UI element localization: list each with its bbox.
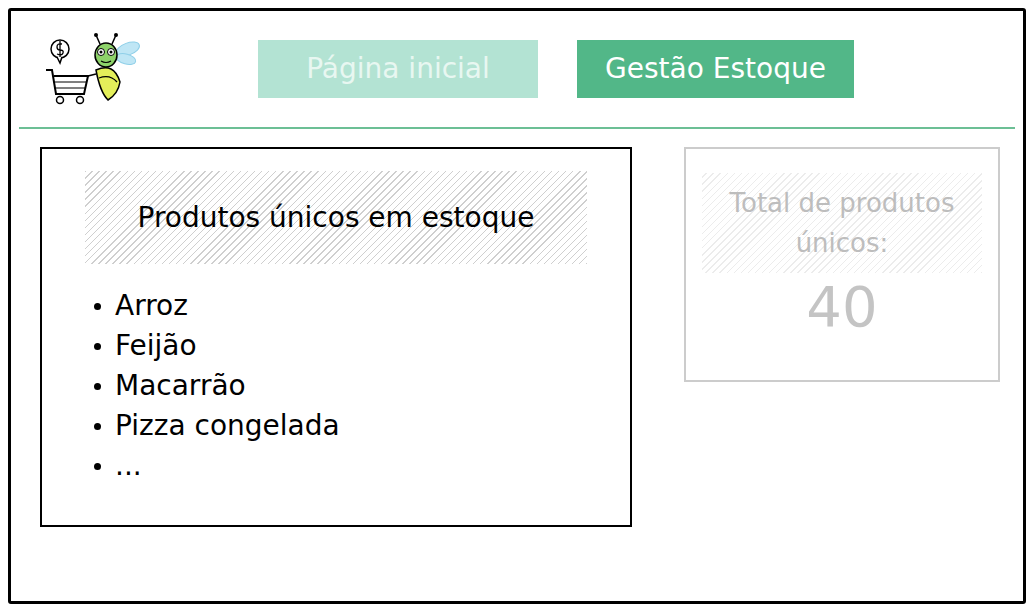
stock-item: Feijão <box>94 326 630 366</box>
stock-item: Arroz <box>94 286 630 326</box>
total-card-heading: Total de produtos únicos: <box>702 173 982 273</box>
total-title: Total de produtos únicos: <box>702 183 982 263</box>
total-card: Total de produtos únicos: 40 <box>684 147 1000 382</box>
stock-list-title: Produtos únicos em estoque <box>138 197 535 239</box>
nav-tab[interactable]: Página inicial <box>258 40 538 98</box>
stock-item-label: Arroz <box>115 285 188 327</box>
stock-item: ... <box>94 446 630 486</box>
total-value: 40 <box>806 275 877 339</box>
stock-list-heading: Produtos únicos em estoque <box>85 171 587 264</box>
stock-item-label: Pizza congelada <box>115 405 340 447</box>
logo-icon[interactable] <box>44 32 144 107</box>
bullet-icon <box>94 303 101 310</box>
header: Página inicial Gestão Estoque <box>11 11 1023 127</box>
stock-item: Macarrão <box>94 366 630 406</box>
app-frame: Página inicial Gestão Estoque Produtos ún… <box>8 8 1026 604</box>
bullet-icon <box>94 463 101 470</box>
bullet-icon <box>94 343 101 350</box>
stock-list: ArrozFeijãoMacarrãoPizza congelada... <box>42 264 630 486</box>
bullet-icon <box>94 423 101 430</box>
bullet-icon <box>94 383 101 390</box>
nav-tab[interactable]: Gestão Estoque <box>577 40 854 98</box>
tab-bar: Página inicial Gestão Estoque <box>258 40 854 98</box>
stock-item-label: Feijão <box>115 325 197 367</box>
stock-item-label: Macarrão <box>115 365 246 407</box>
header-divider <box>19 127 1015 129</box>
stock-item: Pizza congelada <box>94 406 630 446</box>
stock-list-card: Produtos únicos em estoque ArrozFeijãoMa… <box>40 147 632 527</box>
content: Produtos únicos em estoque ArrozFeijãoMa… <box>11 129 1023 527</box>
stock-item-label: ... <box>115 445 142 487</box>
